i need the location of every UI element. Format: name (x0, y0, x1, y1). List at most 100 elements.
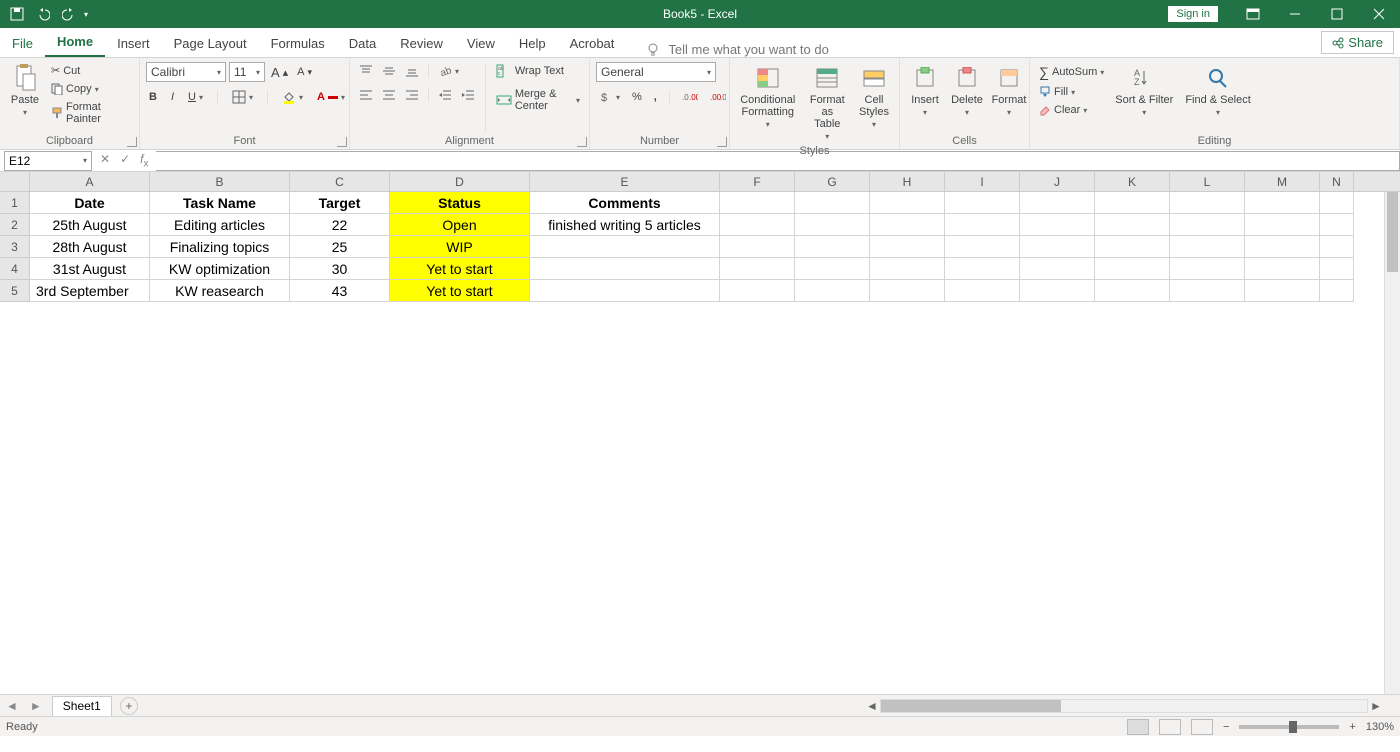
fill-button[interactable]: Fill▾ (1036, 84, 1107, 100)
cell[interactable] (1245, 258, 1320, 280)
underline-button[interactable]: U▾ (185, 89, 206, 105)
fill-color-button[interactable]: ▾ (279, 88, 306, 106)
decrease-indent-icon[interactable] (435, 86, 455, 104)
minimize-icon[interactable] (1274, 0, 1316, 28)
zoom-in-icon[interactable]: + (1349, 721, 1355, 733)
cell[interactable] (945, 258, 1020, 280)
share-button[interactable]: Share (1321, 31, 1394, 54)
font-size-dropdown[interactable]: 11▾ (229, 62, 265, 82)
cell[interactable] (1020, 192, 1095, 214)
cell[interactable] (1020, 236, 1095, 258)
column-header-E[interactable]: E (530, 172, 720, 191)
cell[interactable]: Task Name (150, 192, 290, 214)
enter-formula-icon[interactable]: ✓ (120, 152, 130, 169)
vertical-scrollbar[interactable] (1384, 192, 1400, 694)
cell[interactable] (1095, 258, 1170, 280)
bold-button[interactable]: B (146, 89, 160, 105)
format-painter-button[interactable]: Format Painter (48, 99, 133, 127)
tell-me-search[interactable]: Tell me what you want to do (646, 42, 828, 57)
cell[interactable]: 3rd September (30, 280, 150, 302)
align-middle-icon[interactable] (379, 62, 399, 80)
save-icon[interactable] (6, 3, 28, 25)
conditional-formatting-button[interactable]: Conditional Formatting▾ (736, 62, 800, 131)
cell[interactable]: KW optimization (150, 258, 290, 280)
merge-center-button[interactable]: Merge & Center▾ (493, 86, 583, 114)
cell[interactable]: Open (390, 214, 530, 236)
sheet-nav-prev-icon[interactable]: ◄ (0, 699, 24, 713)
cell[interactable] (1320, 214, 1354, 236)
cell[interactable]: Yet to start (390, 280, 530, 302)
increase-decimal-icon[interactable]: .0.00 (679, 89, 701, 105)
cell[interactable] (870, 236, 945, 258)
cell[interactable] (1320, 280, 1354, 302)
cell[interactable] (945, 192, 1020, 214)
insert-cells-button[interactable]: Insert▾ (906, 62, 944, 119)
italic-button[interactable]: I (168, 89, 177, 105)
cell[interactable] (1095, 280, 1170, 302)
cell[interactable]: finished writing 5 articles (530, 214, 720, 236)
cell[interactable] (870, 280, 945, 302)
zoom-slider[interactable] (1239, 725, 1339, 729)
cell[interactable] (1245, 214, 1320, 236)
cell[interactable] (720, 280, 795, 302)
cell[interactable] (1245, 236, 1320, 258)
column-header-F[interactable]: F (720, 172, 795, 191)
align-left-icon[interactable] (356, 86, 376, 104)
cell[interactable]: Editing articles (150, 214, 290, 236)
cancel-formula-icon[interactable]: ✕ (100, 152, 110, 169)
cell[interactable] (870, 258, 945, 280)
column-header-G[interactable]: G (795, 172, 870, 191)
cell[interactable] (945, 280, 1020, 302)
sign-in-button[interactable]: Sign in (1168, 6, 1218, 22)
cell[interactable] (870, 214, 945, 236)
border-button[interactable]: ▾ (229, 88, 256, 106)
cut-button[interactable]: ✂Cut (48, 62, 133, 79)
cell[interactable] (1170, 280, 1245, 302)
cell[interactable]: WIP (390, 236, 530, 258)
cell[interactable] (795, 258, 870, 280)
column-header-H[interactable]: H (870, 172, 945, 191)
format-as-table-button[interactable]: Format as Table▾ (804, 62, 851, 143)
normal-view-icon[interactable] (1127, 719, 1149, 735)
zoom-out-icon[interactable]: − (1223, 721, 1229, 733)
accounting-format-icon[interactable]: $▾ (596, 88, 623, 106)
row-header-4[interactable]: 4 (0, 258, 30, 280)
font-name-dropdown[interactable]: Calibri▾ (146, 62, 226, 82)
cell[interactable]: 25th August (30, 214, 150, 236)
cell[interactable] (530, 236, 720, 258)
align-right-icon[interactable] (402, 86, 422, 104)
tab-page-layout[interactable]: Page Layout (162, 30, 259, 57)
cell[interactable]: Yet to start (390, 258, 530, 280)
column-header-B[interactable]: B (150, 172, 290, 191)
page-break-view-icon[interactable] (1191, 719, 1213, 735)
cell[interactable] (1095, 192, 1170, 214)
cell[interactable] (1320, 258, 1354, 280)
cell[interactable] (1320, 192, 1354, 214)
cell[interactable]: KW reasearch (150, 280, 290, 302)
cell[interactable] (1095, 214, 1170, 236)
tab-acrobat[interactable]: Acrobat (558, 30, 627, 57)
cell[interactable]: Finalizing topics (150, 236, 290, 258)
find-select-button[interactable]: Find & Select▾ (1181, 62, 1254, 119)
number-format-dropdown[interactable]: General▾ (596, 62, 716, 82)
cell[interactable] (720, 236, 795, 258)
name-box[interactable]: E12▾ (4, 151, 92, 171)
cell[interactable]: Date (30, 192, 150, 214)
redo-icon[interactable] (58, 3, 80, 25)
cell[interactable]: 22 (290, 214, 390, 236)
tab-review[interactable]: Review (388, 30, 455, 57)
cell[interactable]: Status (390, 192, 530, 214)
tab-data[interactable]: Data (337, 30, 388, 57)
cell[interactable] (870, 192, 945, 214)
cell[interactable]: 43 (290, 280, 390, 302)
tab-view[interactable]: View (455, 30, 507, 57)
sheet-nav-next-icon[interactable]: ► (24, 699, 48, 713)
cell-styles-button[interactable]: Cell Styles▾ (855, 62, 893, 131)
clipboard-dialog-launcher[interactable] (127, 137, 137, 147)
clear-button[interactable]: Clear▾ (1036, 102, 1107, 118)
tab-file[interactable]: File (0, 30, 45, 57)
column-header-K[interactable]: K (1095, 172, 1170, 191)
increase-font-icon[interactable]: A▴ (268, 63, 291, 82)
cell[interactable] (1020, 258, 1095, 280)
cell[interactable] (1020, 280, 1095, 302)
